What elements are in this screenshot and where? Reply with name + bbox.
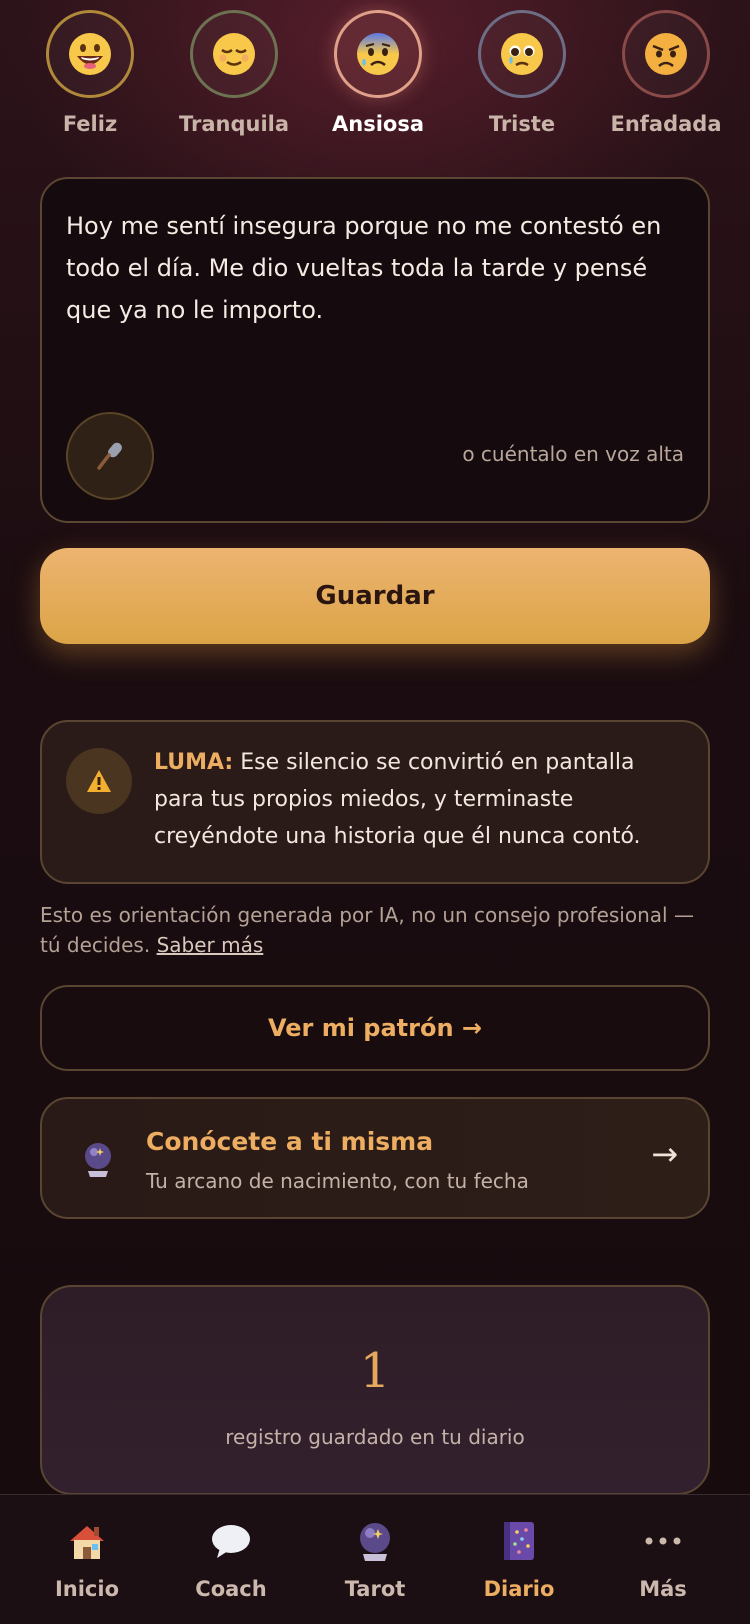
journal-stats-card: 1 registro guardado en tu diario xyxy=(40,1285,710,1495)
luma-insight-card: LUMA: Ese silencio se convirtió en panta… xyxy=(40,720,710,884)
mood-label: Enfadada xyxy=(610,112,722,136)
mood-selector: Feliz Tranquila Ansiosa Triste Enfadada xyxy=(20,10,730,142)
entry-count-label: registro guardado en tu diario xyxy=(225,1425,525,1449)
view-pattern-button[interactable]: Ver mi patrón → xyxy=(40,985,710,1071)
anxious-face-icon xyxy=(334,10,422,98)
relieved-face-icon xyxy=(190,10,278,98)
nav-label: Más xyxy=(639,1577,687,1601)
grinning-face-icon xyxy=(46,10,134,98)
warning-icon xyxy=(66,748,132,814)
pleading-face-icon xyxy=(478,10,566,98)
mood-feliz[interactable]: Feliz xyxy=(20,10,160,136)
house-icon xyxy=(65,1519,109,1563)
mood-enfadada[interactable]: Enfadada xyxy=(596,10,736,136)
mood-label: Tranquila xyxy=(178,112,290,136)
nav-mas[interactable]: Más xyxy=(588,1519,738,1601)
luma-label: LUMA: xyxy=(154,750,234,775)
know-card-subtitle: Tu arcano de nacimiento, con tu fecha xyxy=(146,1169,529,1193)
crystal-ball-icon xyxy=(85,1143,111,1177)
nav-label: Tarot xyxy=(344,1577,406,1601)
mood-tranquila[interactable]: Tranquila xyxy=(164,10,304,136)
angry-face-icon xyxy=(622,10,710,98)
nav-label: Diario xyxy=(483,1577,555,1601)
mood-ansiosa[interactable]: Ansiosa xyxy=(308,10,448,136)
crystal-ball-icon xyxy=(353,1519,397,1563)
know-yourself-card[interactable]: Conócete a ti misma Tu arcano de nacimie… xyxy=(40,1097,710,1219)
entry-count: 1 xyxy=(359,1343,391,1399)
bottom-navigation: Inicio Coach Tarot Diario Más xyxy=(0,1494,750,1624)
journal-entry-textarea[interactable]: Hoy me sentí insegura porque no me conte… xyxy=(66,205,686,331)
nav-label: Inicio xyxy=(54,1577,120,1601)
learn-more-link[interactable]: Saber más xyxy=(157,933,264,957)
voice-hint: o cuéntalo en voz alta xyxy=(462,442,684,466)
journal-entry-card: Hoy me sentí insegura porque no me conte… xyxy=(40,177,710,523)
journal-icon xyxy=(497,1519,541,1563)
disclaimer-text: Esto es orientación generada por IA, no … xyxy=(40,903,694,957)
more-dots-icon xyxy=(641,1519,685,1563)
microphone-button[interactable] xyxy=(66,412,154,500)
mood-label: Triste xyxy=(488,112,556,136)
ai-disclaimer: Esto es orientación generada por IA, no … xyxy=(40,900,720,960)
mood-label: Feliz xyxy=(62,112,118,136)
arrow-right-icon: → xyxy=(651,1135,678,1173)
speech-bubble-icon xyxy=(209,1519,253,1563)
nav-diario[interactable]: Diario xyxy=(444,1519,594,1601)
nav-inicio[interactable]: Inicio xyxy=(12,1519,162,1601)
mood-label: Ansiosa xyxy=(332,112,424,136)
nav-label: Coach xyxy=(195,1577,267,1601)
microphone-icon xyxy=(97,442,122,470)
mood-triste[interactable]: Triste xyxy=(452,10,592,136)
nav-coach[interactable]: Coach xyxy=(156,1519,306,1601)
know-card-title: Conócete a ti misma xyxy=(146,1127,434,1156)
save-button[interactable]: Guardar xyxy=(40,548,710,644)
luma-message: LUMA: Ese silencio se convirtió en panta… xyxy=(154,744,684,855)
nav-tarot[interactable]: Tarot xyxy=(300,1519,450,1601)
